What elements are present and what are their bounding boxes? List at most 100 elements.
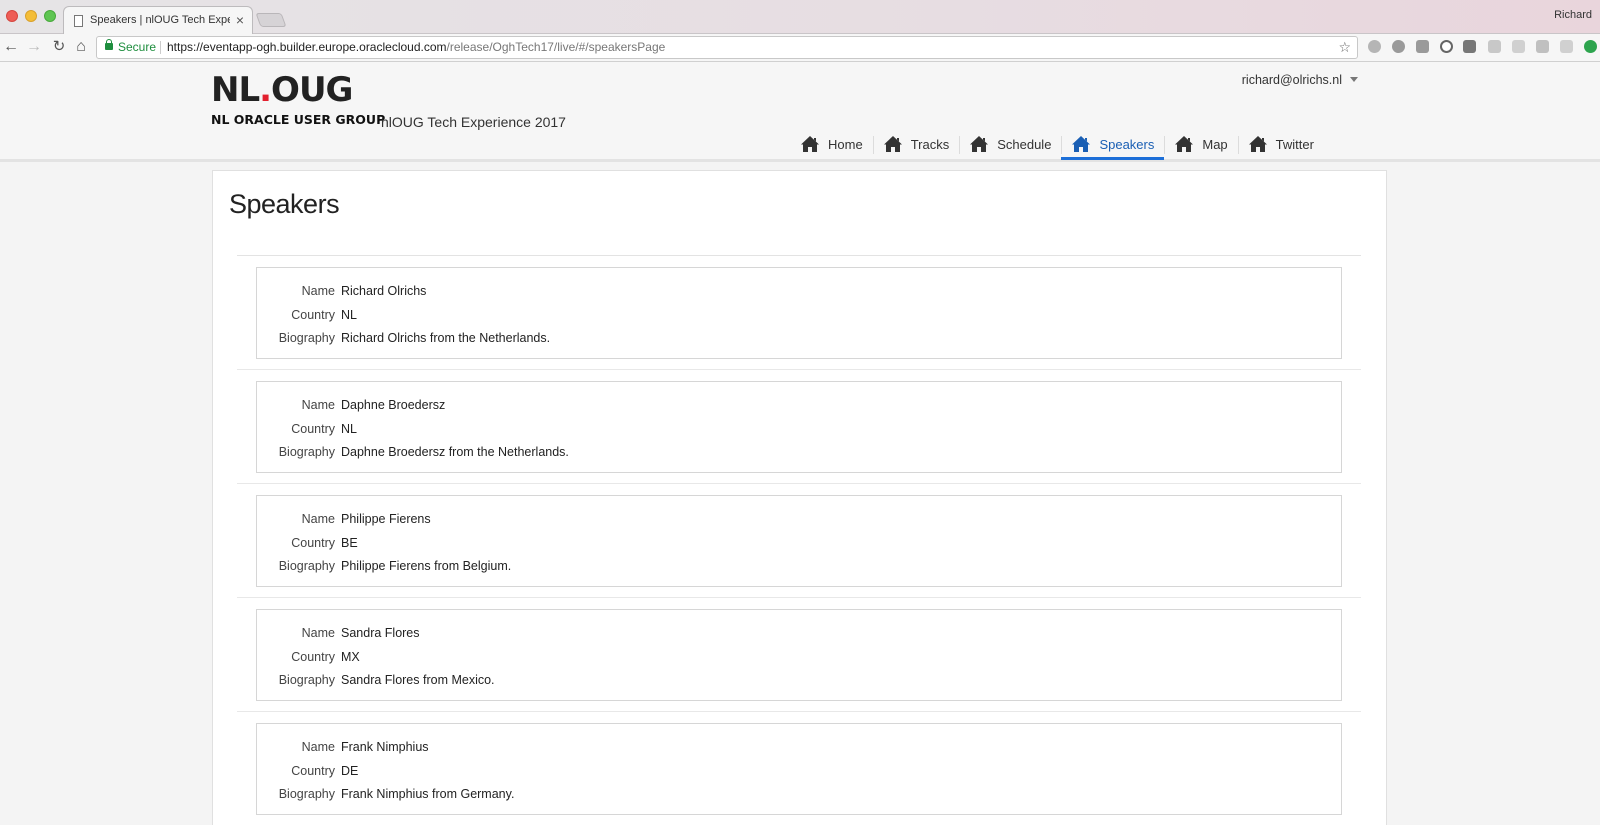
copy-extension-icon[interactable]: [1560, 40, 1573, 53]
tab-title: Speakers | nlOUG Tech Experience 2017: [90, 14, 230, 26]
list-item: Name Sandra Flores Country MX Biography …: [237, 598, 1361, 712]
speaker-list: Name Richard Olrichs Country NL Biograph…: [237, 256, 1361, 825]
nav-label: Schedule: [997, 136, 1052, 152]
speaker-country: MX: [341, 650, 360, 664]
bookmark-star-icon[interactable]: ☆: [1338, 37, 1351, 58]
country-label: Country: [291, 422, 335, 436]
speaker-biography: Philippe Fierens from Belgium.: [341, 559, 512, 573]
user-menu[interactable]: richard@olrichs.nl: [1242, 73, 1358, 87]
app-title: nlOUG Tech Experience 2017: [381, 114, 566, 130]
nav-item-twitter[interactable]: Twitter: [1237, 127, 1324, 161]
main-nav: Home Tracks Schedule Speakers Map Twitte…: [790, 127, 1324, 161]
nav-label: Speakers: [1099, 136, 1155, 152]
speaker-card[interactable]: Name Frank Nimphius Country DE Biography…: [256, 723, 1342, 815]
speaker-name: Richard Olrichs: [341, 284, 427, 298]
profile-name[interactable]: Richard: [1554, 9, 1592, 21]
nav-label: Map: [1202, 136, 1228, 152]
biography-label: Biography: [278, 331, 335, 345]
content-panel: Speakers Name Richard Olrichs Country NL…: [212, 170, 1387, 825]
url-separator: [160, 41, 161, 54]
k-extension-icon[interactable]: [1536, 40, 1549, 53]
speaker-name: Daphne Broedersz: [341, 398, 446, 412]
list-item: Name Philippe Fierens Country BE Biograp…: [237, 484, 1361, 598]
logo-oug-text: OUG: [271, 70, 353, 110]
speaker-biography: Sandra Flores from Mexico.: [341, 673, 495, 687]
nav-item-tracks[interactable]: Tracks: [872, 127, 960, 161]
cube-extension-icon[interactable]: [1512, 40, 1525, 53]
nav-item-speakers[interactable]: Speakers: [1061, 127, 1165, 161]
logo-subtitle: NL ORACLE USER GROUP: [211, 112, 386, 127]
speaker-card[interactable]: Name Daphne Broedersz Country NL Biograp…: [256, 381, 1342, 473]
nav-label: Tracks: [910, 136, 950, 152]
page-title: Speakers: [229, 189, 340, 219]
biography-label: Biography: [278, 787, 335, 801]
minimize-window-button[interactable]: [25, 10, 37, 22]
app-header: NL.OUG NL ORACLE USER GROUP nlOUG Tech E…: [0, 62, 1600, 162]
nloug-logo[interactable]: NL.OUG NL ORACLE USER GROUP: [211, 70, 385, 128]
house-icon: [801, 136, 819, 152]
info-extension-icon[interactable]: [1440, 40, 1453, 53]
address-bar[interactable]: Secure https://eventapp-ogh.builder.euro…: [96, 36, 1358, 59]
house-icon: [1248, 136, 1267, 152]
pocket-extension-icon[interactable]: [1416, 40, 1429, 53]
home-icon[interactable]: ⌂: [72, 37, 90, 57]
url-host: https://eventapp-ogh.builder.europe.orac…: [167, 40, 447, 54]
speaker-country: NL: [341, 422, 357, 436]
speaker-biography: Richard Olrichs from the Netherlands.: [341, 331, 551, 345]
lock-icon: [105, 39, 113, 50]
biography-label: Biography: [278, 559, 335, 573]
speaker-card[interactable]: Name Philippe Fierens Country BE Biograp…: [256, 495, 1342, 587]
logo-wordmark: NL.OUG: [211, 70, 353, 110]
nav-item-map[interactable]: Map: [1164, 127, 1237, 161]
list-item: Name Daphne Broedersz Country NL Biograp…: [237, 370, 1361, 484]
browser-tab[interactable]: Speakers | nlOUG Tech Experience 2017 ×: [63, 6, 253, 35]
speaker-card[interactable]: Name Sandra Flores Country MX Biography …: [256, 609, 1342, 701]
back-arrow-icon[interactable]: ←: [2, 37, 20, 57]
house-icon: [1175, 136, 1194, 152]
update-extension-icon[interactable]: [1584, 40, 1597, 53]
speaker-country: DE: [341, 764, 359, 778]
document-icon: [74, 15, 83, 27]
cloud-extension-icon[interactable]: [1368, 40, 1381, 53]
secure-label: Secure: [118, 40, 157, 54]
house-icon: [1072, 136, 1091, 152]
list-item: Name Frank Nimphius Country DE Biography…: [237, 712, 1361, 825]
house-icon: [970, 136, 989, 152]
biography-label: Biography: [278, 673, 335, 687]
reload-icon[interactable]: ↻: [50, 37, 68, 57]
close-window-button[interactable]: [6, 10, 18, 22]
nav-label: Home: [828, 136, 863, 152]
speaker-biography: Daphne Broedersz from the Netherlands.: [341, 445, 569, 459]
nav-label: Twitter: [1275, 136, 1314, 152]
browser-titlebar: Speakers | nlOUG Tech Experience 2017 × …: [0, 0, 1600, 35]
speaker-country: BE: [341, 536, 358, 550]
close-tab-icon[interactable]: ×: [236, 12, 244, 28]
country-label: Country: [291, 536, 335, 550]
country-label: Country: [291, 650, 335, 664]
speaker-biography: Frank Nimphius from Germany.: [341, 787, 515, 801]
maximize-window-button[interactable]: [44, 10, 56, 22]
biography-label: Biography: [278, 445, 335, 459]
nav-item-home[interactable]: Home: [790, 127, 873, 161]
name-label: Name: [301, 626, 335, 640]
name-label: Name: [301, 398, 335, 412]
forward-arrow-icon[interactable]: →: [25, 37, 43, 57]
logo-nl-text: NL: [211, 70, 260, 110]
country-label: Country: [291, 764, 335, 778]
browser-toolbar: ← → ↻ ⌂ Secure https://eventapp-ogh.buil…: [0, 34, 1600, 62]
chat-extension-icon[interactable]: [1392, 40, 1405, 53]
nav-item-schedule[interactable]: Schedule: [959, 127, 1061, 161]
page-extension-icon[interactable]: [1488, 40, 1501, 53]
house-icon: [883, 136, 902, 152]
user-email: richard@olrichs.nl: [1241, 73, 1342, 87]
speaker-name: Frank Nimphius: [341, 740, 429, 754]
name-label: Name: [301, 284, 335, 298]
speaker-card[interactable]: Name Richard Olrichs Country NL Biograph…: [256, 267, 1342, 359]
name-label: Name: [301, 512, 335, 526]
country-label: Country: [291, 308, 335, 322]
speaker-country: NL: [341, 308, 357, 322]
url-path: /release/OghTech17/live/#/speakersPage: [446, 40, 666, 54]
name-label: Name: [301, 740, 335, 754]
mail-extension-icon[interactable]: [1463, 40, 1476, 53]
new-tab-button[interactable]: [255, 13, 287, 27]
